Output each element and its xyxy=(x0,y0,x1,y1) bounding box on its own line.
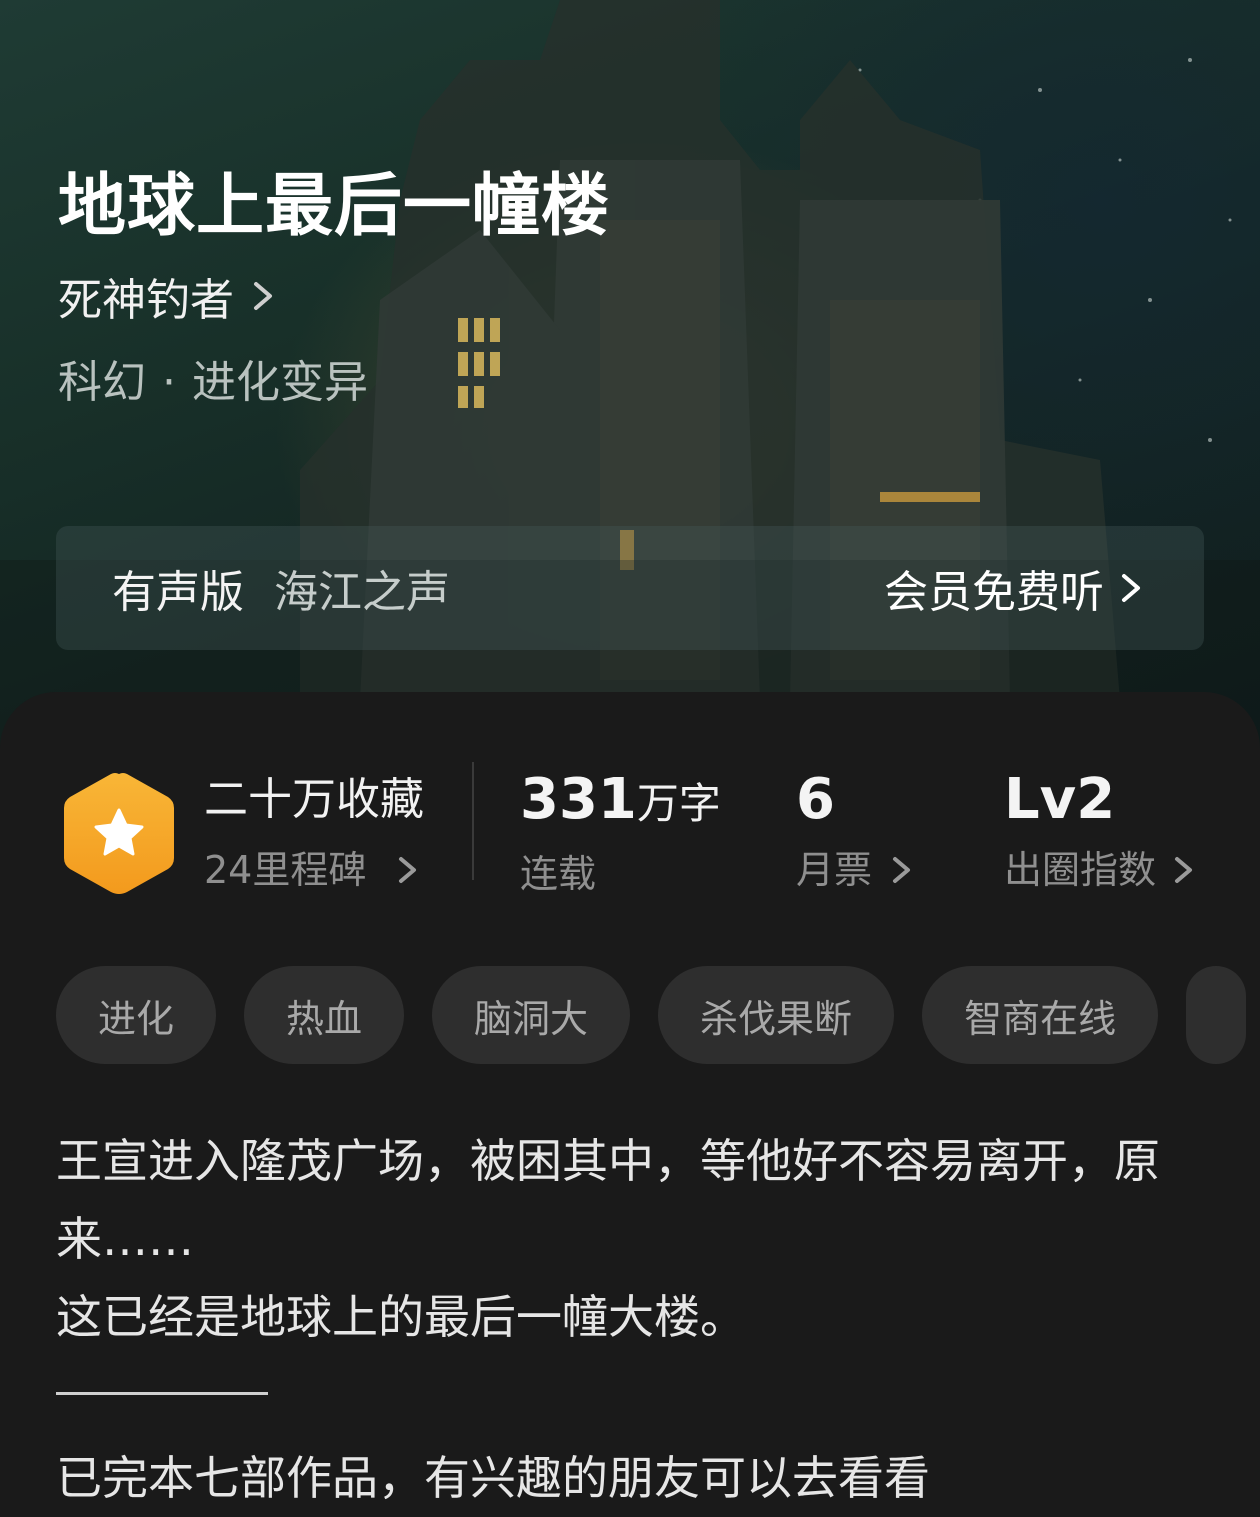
genre-line: 科幻 · 进化变异 xyxy=(58,346,368,410)
monthly-votes-label: 月票 xyxy=(796,848,873,892)
tag-chip[interactable]: 脑洞大 xyxy=(432,966,631,1064)
star-hexagon-icon xyxy=(64,773,174,894)
audio-version-bar[interactable]: 有声版 海江之声 会员免费听 xyxy=(56,526,1204,650)
word-count-stat: 331万字 连载 xyxy=(520,770,721,902)
description-line: 已完本七部作品，有兴趣的朋友可以去看看 xyxy=(56,1451,930,1505)
tag-chip-partial[interactable] xyxy=(1186,966,1247,1064)
description-line: 这已经是地球上的最后一幢大楼。 xyxy=(56,1290,746,1344)
chevron-right-icon xyxy=(1175,857,1193,883)
description-divider xyxy=(56,1392,268,1395)
author-link[interactable]: 死神钓者 xyxy=(58,264,278,328)
book-hero: 地球上最后一幢楼 死神钓者 科幻 · 进化变异 有声版 海江之声 会员免费听 xyxy=(0,0,1260,760)
stats-divider xyxy=(472,762,474,880)
book-info-sheet: 二十万收藏 24里程碑 331万字 连载 6 月票 Lv2 出圈指数 进化 热血… xyxy=(0,692,1260,1505)
member-free-listen-button[interactable]: 会员免费听 xyxy=(884,556,1144,620)
genre-separator: · xyxy=(162,357,176,408)
chevron-right-icon xyxy=(893,857,911,883)
collections-count: 二十万收藏 xyxy=(204,774,424,825)
tag-chip[interactable]: 智商在线 xyxy=(922,966,1159,1064)
member-free-listen-label: 会员免费听 xyxy=(884,567,1104,618)
collections-stat[interactable]: 二十万收藏 24里程碑 xyxy=(204,770,424,898)
monthly-votes-value: 6 xyxy=(796,767,835,832)
chevron-right-icon xyxy=(399,857,417,883)
genre-sub[interactable]: 进化变异 xyxy=(192,357,368,408)
popularity-level-label: 出圈指数 xyxy=(1004,848,1157,892)
stats-row: 二十万收藏 24里程碑 331万字 连载 6 月票 Lv2 出圈指数 xyxy=(0,762,1260,902)
serial-status: 连载 xyxy=(520,852,597,896)
audio-version-label: 有声版 xyxy=(112,567,244,618)
tag-list: 进化 热血 脑洞大 杀伐果断 智商在线 xyxy=(56,966,1260,1064)
tag-chip[interactable]: 进化 xyxy=(56,966,217,1064)
genre-main[interactable]: 科幻 xyxy=(58,357,146,408)
chevron-right-icon xyxy=(1122,574,1140,602)
author-name: 死神钓者 xyxy=(58,275,234,326)
word-count-unit: 万字 xyxy=(636,779,721,828)
monthly-votes-stat[interactable]: 6 月票 xyxy=(796,770,914,898)
popularity-level-stat[interactable]: Lv2 出圈指数 xyxy=(1004,770,1196,898)
tag-chip[interactable]: 杀伐果断 xyxy=(658,966,895,1064)
popularity-level-value: Lv2 xyxy=(1004,767,1116,832)
book-title: 地球上最后一幢楼 xyxy=(58,166,611,246)
chevron-right-icon xyxy=(254,282,272,310)
audio-narrator: 海江之声 xyxy=(274,567,450,618)
milestones-label: 24里程碑 xyxy=(204,848,367,892)
description-line: 王宣进入隆茂广场，被困其中，等他好不容易离开，原来…… xyxy=(56,1134,1160,1266)
word-count-value: 331 xyxy=(520,767,637,832)
book-description[interactable]: 王宣进入隆茂广场，被困其中，等他好不容易离开，原来…… 这已经是地球上的最后一幢… xyxy=(56,1122,1206,1517)
tag-chip[interactable]: 热血 xyxy=(244,966,405,1064)
